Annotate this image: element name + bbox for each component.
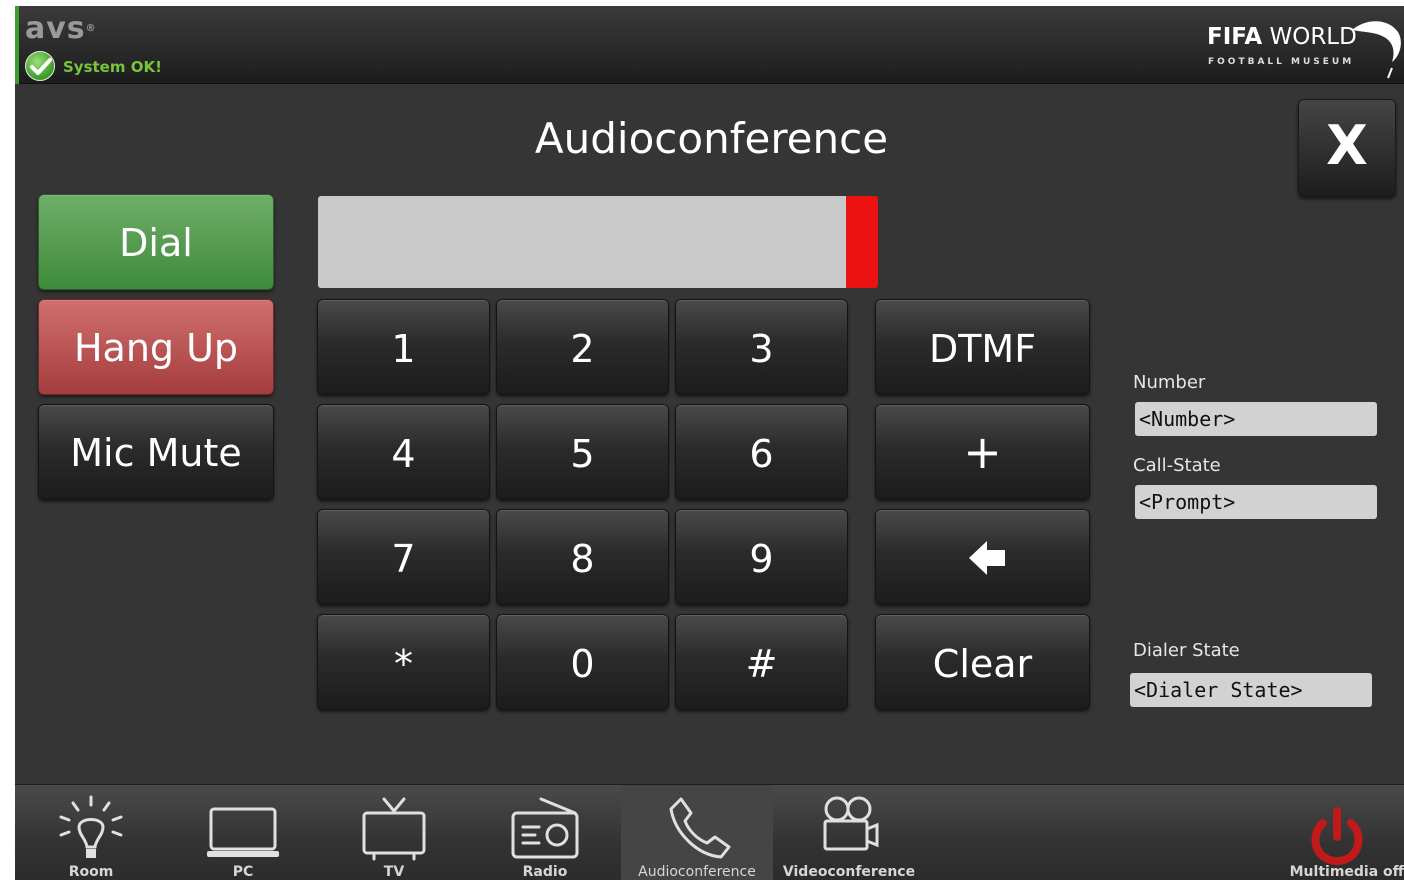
dial-label: Dial <box>119 221 193 265</box>
lightbulb-icon <box>59 795 123 858</box>
key-label: 7 <box>391 537 416 581</box>
fifa-logo-bold: FIFA <box>1207 24 1263 50</box>
key-1[interactable]: 1 <box>317 299 490 395</box>
number-entry-indicator <box>846 196 878 288</box>
nav-tv-label: TV <box>383 864 405 880</box>
call-state-label: Call-State <box>1133 455 1221 476</box>
nav-multimedia-off[interactable]: Multimedia off <box>1270 785 1404 880</box>
hang-up-label: Hang Up <box>73 326 239 370</box>
plus-button[interactable]: + <box>875 404 1090 500</box>
nav-videoconference[interactable]: Videoconference <box>773 785 925 880</box>
football-swoosh-icon <box>1352 21 1401 79</box>
page-title: Audioconference <box>534 114 889 163</box>
tv-icon <box>362 797 426 861</box>
nav-pc[interactable]: PC <box>167 785 319 880</box>
key-9[interactable]: 9 <box>675 509 848 605</box>
nav-radio-label: Radio <box>522 864 568 880</box>
key-label: 8 <box>570 537 595 581</box>
hang-up-button[interactable]: Hang Up <box>38 299 274 395</box>
fifa-logo-subtitle: FOOTBALL MUSEUM <box>1208 57 1355 67</box>
avs-logo-text: avs <box>25 11 86 46</box>
dialer-state-field: <Dialer State> <box>1130 673 1372 707</box>
nav-pc-label: PC <box>232 864 254 880</box>
key-label: 4 <box>391 432 416 476</box>
fifa-logo-rest: WORLD <box>1262 24 1357 50</box>
key-hash[interactable]: # <box>675 614 848 710</box>
number-label: Number <box>1133 372 1206 393</box>
key-star[interactable]: * <box>317 614 490 710</box>
key-5[interactable]: 5 <box>496 404 669 500</box>
mic-mute-label: Mic Mute <box>70 431 242 475</box>
header-bar: avs® System OK! FIFA WORLD FOOTBALL MUSE… <box>15 6 1404 84</box>
nav-audioconference-label: Audioconference <box>638 864 756 880</box>
key-label: 0 <box>570 642 595 686</box>
nav-room[interactable]: Room <box>15 785 167 880</box>
key-7[interactable]: 7 <box>317 509 490 605</box>
avs-logo: avs® <box>25 11 97 46</box>
video-camera-icon <box>823 796 879 851</box>
status-text: System OK! <box>63 58 162 76</box>
dial-button[interactable]: Dial <box>38 194 274 290</box>
key-4[interactable]: 4 <box>317 404 490 500</box>
key-8[interactable]: 8 <box>496 509 669 605</box>
key-2[interactable]: 2 <box>496 299 669 395</box>
app-window: avs® System OK! FIFA WORLD FOOTBALL MUSE… <box>15 6 1404 880</box>
status-ok-icon <box>25 51 55 81</box>
key-label: # <box>745 642 778 686</box>
call-state-field: <Prompt> <box>1135 485 1377 519</box>
dialer-state-label: Dialer State <box>1133 640 1240 661</box>
key-label: 9 <box>749 537 774 581</box>
fifa-museum-logo: FIFA WORLD FOOTBALL MUSEUM <box>1205 21 1404 79</box>
mic-mute-button[interactable]: Mic Mute <box>38 404 274 500</box>
number-field: <Number> <box>1135 402 1377 436</box>
key-0[interactable]: 0 <box>496 614 669 710</box>
clear-button[interactable]: Clear <box>875 614 1090 710</box>
dtmf-button[interactable]: DTMF <box>875 299 1090 395</box>
phone-icon <box>669 797 731 859</box>
key-label: 1 <box>391 327 416 371</box>
radio-icon <box>511 797 579 859</box>
plus-label: + <box>963 425 1002 479</box>
backspace-arrow-icon <box>969 541 1005 575</box>
nav-videoconference-label: Videoconference <box>782 864 916 880</box>
nav-audioconference[interactable]: Audioconference <box>621 785 773 880</box>
key-3[interactable]: 3 <box>675 299 848 395</box>
laptop-icon <box>207 807 279 857</box>
key-label: * <box>394 642 413 686</box>
clear-label: Clear <box>932 642 1033 686</box>
key-label: 6 <box>749 432 774 476</box>
close-label: X <box>1326 114 1368 177</box>
header-accent <box>15 6 19 84</box>
backspace-button[interactable] <box>875 509 1090 605</box>
key-label: 3 <box>749 327 774 371</box>
power-icon <box>1311 807 1363 866</box>
key-label: 2 <box>570 327 595 371</box>
nav-radio[interactable]: Radio <box>469 785 621 880</box>
key-6[interactable]: 6 <box>675 404 848 500</box>
nav-room-label: Room <box>68 864 114 880</box>
dtmf-label: DTMF <box>928 327 1037 371</box>
nav-tv[interactable]: TV <box>318 785 470 880</box>
number-display[interactable] <box>318 196 846 288</box>
key-label: 5 <box>570 432 595 476</box>
nav-multimedia-off-label: Multimedia off <box>1289 864 1404 880</box>
close-button[interactable]: X <box>1298 99 1396 197</box>
bottom-nav: Room PC TV Radio Audioconference Videoco… <box>15 784 1404 880</box>
